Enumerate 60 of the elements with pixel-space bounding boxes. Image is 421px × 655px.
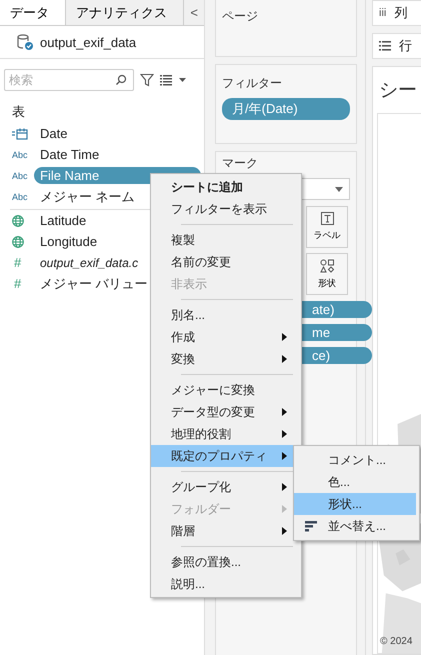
menu-item[interactable]: 色... — [294, 471, 416, 493]
menu-item[interactable]: 別名... — [151, 304, 301, 326]
field-item[interactable]: Longitude — [34, 233, 104, 250]
number-type-icon: # — [12, 276, 22, 291]
shapes-icon — [320, 258, 334, 272]
string-type-icon: Abc — [12, 170, 28, 180]
submenu-arrow-icon — [282, 527, 287, 535]
sheet-title: シー — [378, 79, 418, 103]
menu-item[interactable]: 変換 — [151, 348, 301, 370]
menu-item[interactable]: メジャーに変換 — [151, 379, 301, 401]
string-type-icon: Abc — [12, 192, 28, 202]
database-icon — [16, 33, 34, 51]
data-source-name[interactable]: output_exif_data — [40, 34, 136, 50]
field-item[interactable]: Date Time — [34, 146, 106, 163]
menu-item[interactable]: 地理的役割 — [151, 423, 301, 445]
collapse-button[interactable]: < — [184, 0, 204, 25]
menu-item[interactable]: 並べ替え... — [294, 515, 416, 537]
menu-item[interactable]: フィルターを表示 — [151, 198, 301, 220]
copyright-text: © 2024 — [380, 636, 412, 647]
card-title: マーク — [222, 155, 259, 172]
card-title: ページ — [222, 8, 259, 25]
rows-icon — [379, 41, 391, 51]
submenu-arrow-icon — [282, 333, 287, 341]
field-item[interactable]: Date — [34, 125, 74, 142]
submenu-arrow-icon — [282, 483, 287, 491]
mark-button[interactable]: 形状 — [306, 253, 348, 295]
filter-icon[interactable] — [140, 73, 154, 87]
globe-icon — [12, 214, 24, 226]
caret-icon — [335, 186, 343, 192]
submenu-arrow-icon — [282, 408, 287, 416]
columns-icon: iii — [379, 7, 386, 19]
mark-button[interactable]: ラベル — [306, 206, 348, 248]
menu-item[interactable]: 複製 — [151, 229, 301, 251]
field-item[interactable]: メジャー ネーム — [34, 186, 141, 206]
calendar-icon — [12, 128, 28, 140]
menu-item[interactable]: 形状... — [294, 493, 416, 515]
text-icon — [320, 212, 334, 225]
menu-item[interactable]: データ型の変更 — [151, 401, 301, 423]
menu-item[interactable]: 参照の置換... — [151, 551, 301, 573]
field-item[interactable]: output_exif_data.c — [34, 254, 144, 270]
submenu-arrow-icon — [282, 430, 287, 438]
columns-shelf[interactable]: iii 列 — [372, 0, 421, 26]
submenu-arrow-icon — [282, 355, 287, 363]
field-item[interactable]: Latitude — [34, 212, 92, 229]
tab[interactable]: アナリティクス — [66, 0, 184, 25]
search-field[interactable]: 検索 — [4, 69, 134, 91]
globe-icon — [12, 236, 24, 248]
menu-item[interactable]: 名前の変更 — [151, 251, 301, 273]
section-title: 表 — [11, 103, 26, 121]
string-type-icon: Abc — [12, 150, 28, 160]
submenu-arrow-icon — [282, 452, 287, 460]
search-icon — [115, 74, 127, 86]
number-type-icon: # — [12, 255, 22, 270]
sort-icon — [305, 520, 317, 532]
field-item[interactable]: メジャー バリュー — [34, 274, 154, 294]
menu-item[interactable]: 作成 — [151, 326, 301, 348]
card-title: フィルター — [222, 75, 283, 92]
menu-item[interactable]: 説明... — [151, 573, 301, 595]
submenu-arrow-icon — [282, 505, 287, 513]
rows-shelf[interactable]: 行 — [372, 33, 421, 59]
